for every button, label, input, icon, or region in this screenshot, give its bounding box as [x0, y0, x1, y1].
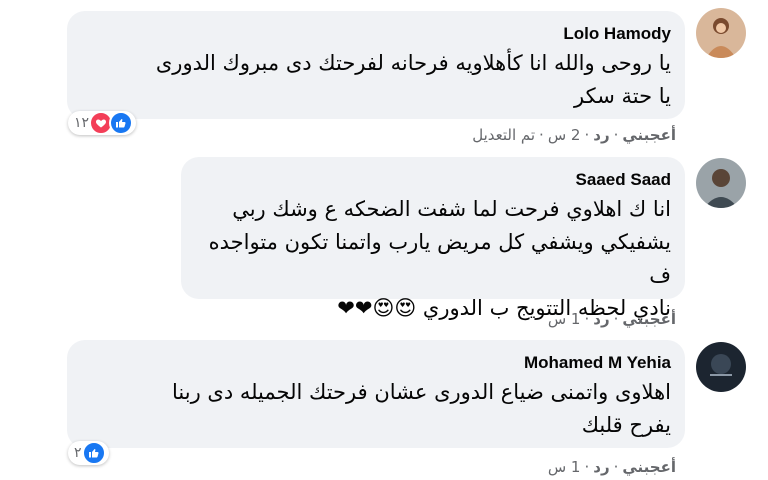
- comment-text: يا روحى والله انا كأهلاويه فرحانه لفرحتك…: [155, 51, 671, 108]
- edited-label: تم التعديل: [472, 126, 536, 144]
- reply-link[interactable]: رد: [593, 126, 609, 144]
- comment-author[interactable]: Mohamed M Yehia: [81, 352, 671, 374]
- comment-text: اهلاوى واتمنى ضياع الدورى عشان فرحتك الج…: [171, 380, 671, 437]
- reaction-summary[interactable]: ١٢: [68, 111, 137, 135]
- comment-bubble: Mohamed M Yehia اهلاوى واتمنى ضياع الدور…: [67, 340, 685, 448]
- timestamp[interactable]: 1 س: [548, 458, 581, 476]
- like-reaction-icon: [81, 441, 106, 465]
- avatar[interactable]: [696, 158, 746, 208]
- comment-bubble: Lolo Hamody يا روحى والله انا كأهلاويه ف…: [67, 11, 685, 119]
- reaction-summary[interactable]: ٢: [68, 441, 109, 465]
- like-link[interactable]: أعجبني: [622, 310, 676, 328]
- comment-bubble: Saaed Saad انا ك اهلاوي فرحت لما شفت الض…: [181, 157, 685, 320]
- reaction-count: ٢: [74, 445, 82, 461]
- reply-link[interactable]: رد: [593, 458, 609, 476]
- like-link[interactable]: أعجبني: [622, 126, 676, 144]
- like-reaction-icon: [109, 111, 134, 135]
- reaction-count: ١٢: [74, 115, 90, 131]
- reply-link[interactable]: رد: [593, 310, 609, 328]
- comment-author[interactable]: Saaed Saad: [195, 169, 671, 191]
- comment-actions: أعجبني·رد·1 س: [547, 310, 676, 328]
- timestamp[interactable]: 1 س: [548, 310, 581, 328]
- comment-author[interactable]: Lolo Hamody: [81, 23, 671, 45]
- timestamp[interactable]: 2 س: [548, 126, 581, 144]
- comment-actions: أعجبني·رد·2 س·تم التعديل: [472, 126, 676, 144]
- avatar[interactable]: [696, 342, 746, 392]
- comment-actions: أعجبني·رد·1 س: [547, 458, 676, 476]
- avatar[interactable]: [696, 8, 746, 58]
- comment-text: انا ك اهلاوي فرحت لما شفت الضحكه ع وشك ر…: [208, 197, 671, 320]
- like-link[interactable]: أعجبني: [622, 458, 676, 476]
